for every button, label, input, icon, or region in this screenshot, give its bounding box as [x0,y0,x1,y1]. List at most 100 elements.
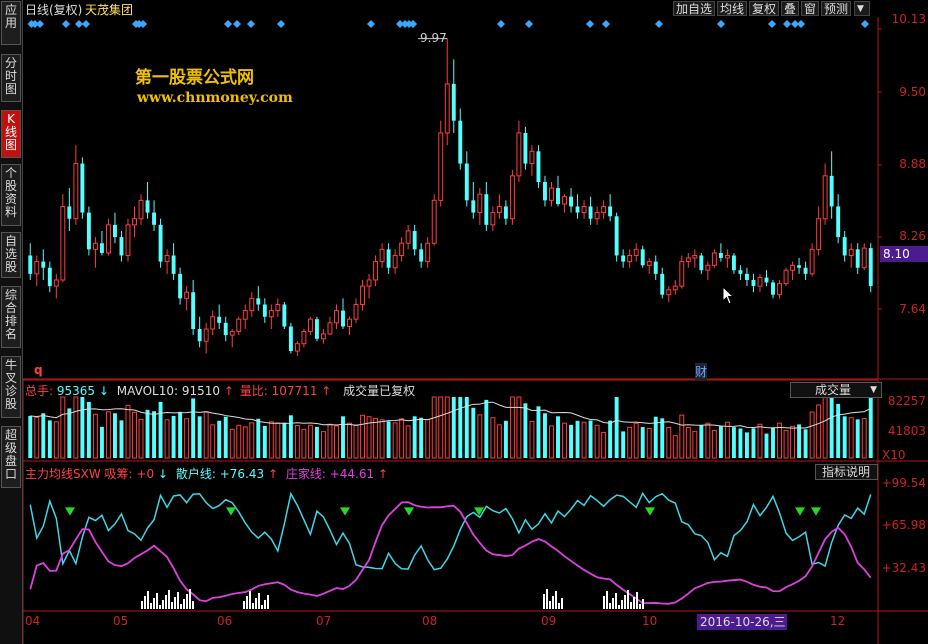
candle-body [92,242,98,250]
signal-diamond [497,20,505,28]
volume-bar [803,429,808,458]
forecast-button[interactable]: 预测 [821,1,851,16]
volume-bar [692,430,698,459]
tab-stock-info[interactable]: 个股资料 [1,164,21,226]
candle-body [588,206,593,219]
volume-bar [523,403,528,458]
arrow-down-icon: ↓ [157,467,168,481]
tab-stock-info-label: 个股资料 [4,166,17,219]
indicator-axis-label: +99.54 [881,476,926,490]
absorb-bar [549,601,551,609]
candle-body [249,297,255,312]
tab-super-quote[interactable]: 超级盘口 [1,426,21,488]
tab-intraday[interactable]: 分时图 [1,54,21,102]
volume-bar [314,426,319,458]
watermark-url: www.chnmoney.com [137,90,293,106]
tab-ranking[interactable]: 综合排名 [1,286,21,348]
adjust-button[interactable]: 复权 [749,1,779,16]
volume-bar [41,413,46,458]
volume-bar [171,415,176,458]
volume-bar [562,422,567,459]
buy-signal-triangle [340,507,350,516]
volume-bar [614,397,619,458]
retail-line [29,491,872,571]
kline-chart[interactable] [23,17,928,644]
volume-bar [666,426,672,459]
candle-body [158,224,163,262]
add-watchlist-button[interactable]: 加自选 [673,1,715,16]
candle-body [868,248,873,287]
candle-body [614,216,619,256]
candle-body [294,343,300,352]
candle-body [575,206,580,213]
absorb-bar [630,602,632,609]
absorb-bar [555,591,557,609]
candle-body [60,205,66,281]
signal-diamond [586,20,594,28]
tab-apps[interactable]: 应用 [1,1,21,45]
candle-body [836,206,841,238]
candle-body [451,83,456,121]
buy-signal-triangle [811,507,821,516]
ma-button[interactable]: 均线 [717,1,747,16]
volume-bar [210,424,216,459]
volume-indicator-dropdown[interactable]: 成交量 ▼ [790,382,882,398]
absorb-bar [264,600,266,609]
volume-bar [379,419,385,459]
volume-bar [236,424,242,459]
volume-bar [158,401,163,458]
volume-bar [399,418,405,459]
candle-body [458,120,463,164]
tab-diagnosis[interactable]: 牛叉诊股 [1,356,21,418]
candle-body [242,310,248,320]
candle-body [692,254,698,259]
candle-body [672,285,678,291]
volume-bar [60,396,66,459]
candle-body [646,261,652,266]
price-axis-label: 10.13 [891,12,926,26]
volume-bar [503,420,508,458]
volume-bar [556,416,560,458]
candle-body [444,83,450,134]
absorb-bar [243,601,245,609]
signal-diamond [768,20,776,28]
volume-bar [848,417,854,459]
tab-watchlist-label: 自选股 [4,234,17,274]
candle-body [262,304,267,317]
candle-body [386,249,391,268]
volume-bar [327,423,333,459]
tab-watchlist[interactable]: 自选股 [1,232,21,278]
volume-bar [431,396,437,459]
candle-body [594,212,600,220]
tab-ranking-label: 综合排名 [4,288,17,341]
volume-bar [105,411,111,459]
indicator-header: 主力均线SXW 吸筹: +0 ↓ 散户线: +76.43 ↑ 庄家线: +44.… [25,465,388,482]
candle-body [549,187,554,201]
time-axis-label: 06 [217,614,233,628]
candle-body [105,224,111,254]
arrow-up-icon: ↑ [223,384,234,398]
overlay-button[interactable]: 叠 [781,1,799,16]
signal-diamond [75,20,83,28]
finance-marker[interactable]: 财 [695,363,708,380]
candle-body [490,212,496,226]
volume-bar [438,396,444,459]
absorb-bar [642,599,644,609]
tab-kline[interactable]: K线图 [1,110,21,158]
indicator-explain-button[interactable]: 指标说明 [815,464,878,480]
candle-body [764,277,769,283]
menu-chevron-down-icon[interactable]: ▼ [854,1,870,16]
candle-body [347,318,352,328]
candle-body [496,205,502,214]
volume-bar [731,427,736,458]
candle-body [184,291,190,299]
candle-body [268,310,274,318]
window-button[interactable]: 窗 [801,1,819,16]
candle-body [178,273,183,299]
volume-bar [529,420,535,459]
signal-diamond [36,20,44,28]
volume-bar [575,420,580,458]
volume-bar [509,396,515,459]
absorb-bar [249,591,251,609]
volume-bar [34,416,40,459]
